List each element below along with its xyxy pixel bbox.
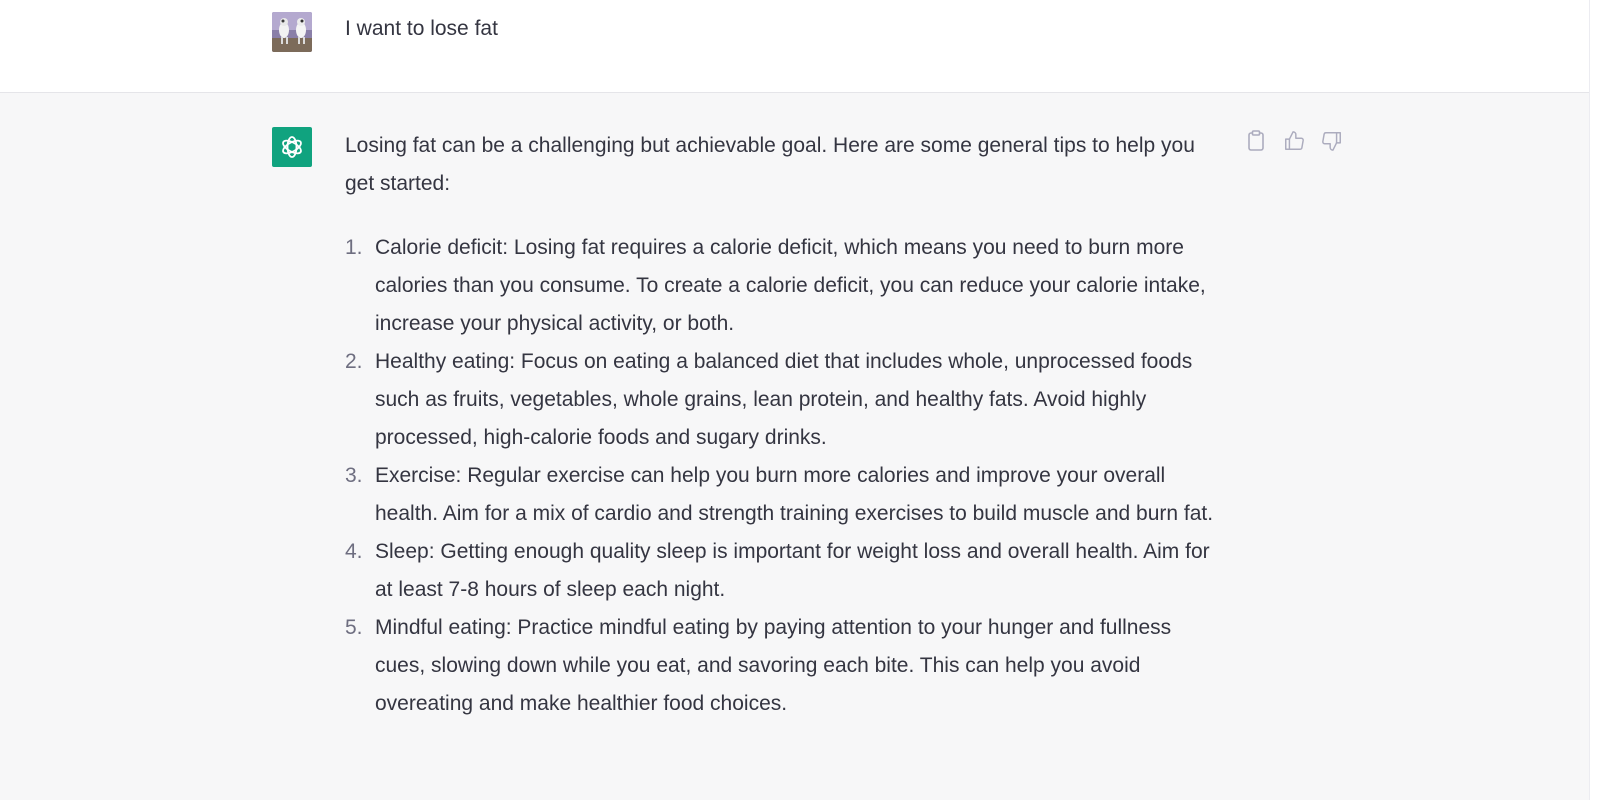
list-item-text: Healthy eating: Focus on eating a balanc… bbox=[375, 350, 1193, 449]
list-item: 5. Mindful eating: Practice mindful eati… bbox=[345, 609, 1225, 723]
list-item: 4. Sleep: Getting enough quality sleep i… bbox=[345, 533, 1225, 609]
clipboard-icon bbox=[1248, 130, 1264, 151]
list-item: 3. Exercise: Regular exercise can help y… bbox=[345, 457, 1225, 533]
user-message-text: I want to lose fat bbox=[345, 17, 498, 40]
assistant-intro: Losing fat can be a challenging but achi… bbox=[345, 134, 1195, 195]
list-item-text: Sleep: Getting enough quality sleep is i… bbox=[375, 540, 1210, 601]
list-item-text: Mindful eating: Practice mindful eating … bbox=[375, 616, 1172, 715]
assistant-message-row: Losing fat can be a challenging but achi… bbox=[0, 93, 1589, 800]
list-number: 2. bbox=[345, 350, 363, 373]
list-item-text: Exercise: Regular exercise can help you … bbox=[375, 464, 1214, 525]
list-number: 4. bbox=[345, 540, 363, 563]
thumbs-up-button[interactable] bbox=[1282, 129, 1306, 153]
copy-button[interactable] bbox=[1244, 129, 1268, 153]
user-message-row: I want to lose fat bbox=[0, 0, 1589, 93]
list-number: 5. bbox=[345, 616, 363, 639]
list-number: 3. bbox=[345, 464, 363, 487]
chatgpt-logo-icon bbox=[272, 127, 312, 167]
list-number: 1. bbox=[345, 236, 363, 259]
scrollbar[interactable] bbox=[1589, 0, 1600, 800]
tips-list: 1. Calorie deficit: Losing fat requires … bbox=[345, 229, 1225, 723]
thumbs-down-icon bbox=[1322, 132, 1341, 151]
message-actions bbox=[1244, 129, 1344, 153]
thumbs-up-icon bbox=[1285, 131, 1304, 150]
thumbs-down-button[interactable] bbox=[1320, 129, 1344, 153]
assistant-message: Losing fat can be a challenging but achi… bbox=[345, 127, 1225, 723]
user-avatar bbox=[272, 12, 312, 52]
list-item-text: Calorie deficit: Losing fat requires a c… bbox=[375, 236, 1206, 335]
list-item: 2. Healthy eating: Focus on eating a bal… bbox=[345, 343, 1225, 457]
list-item: 1. Calorie deficit: Losing fat requires … bbox=[345, 229, 1225, 343]
